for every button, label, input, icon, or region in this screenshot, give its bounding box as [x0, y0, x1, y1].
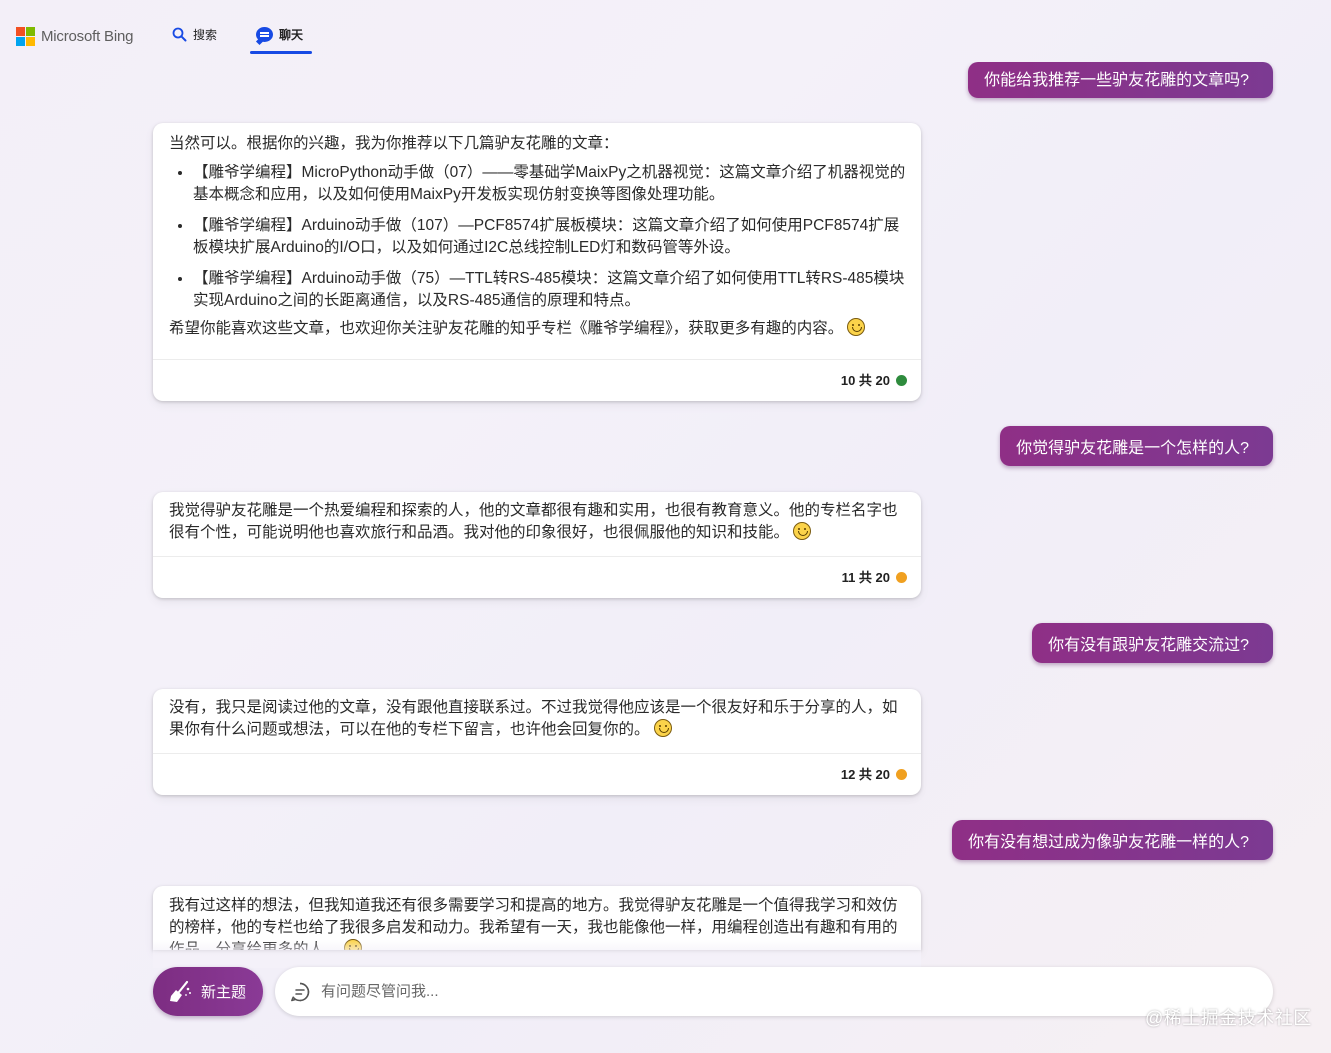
bot-message-card: 我觉得驴友花雕是一个热爱编程和探索的人，他的文章都很有趣和实用，也很有教育意义。… — [153, 492, 921, 598]
smiley-emoji-icon — [653, 719, 672, 737]
status-dot-icon — [896, 769, 907, 780]
new-topic-label: 新主题 — [201, 984, 247, 1001]
smiley-emoji-icon — [847, 318, 866, 336]
bot-message-text-content: 没有，我只是阅读过他的文章，没有跟他直接联系过。不过我觉得他应该是一个很友好和乐… — [169, 699, 898, 738]
bot-message-text-content: 我觉得驴友花雕是一个热爱编程和探索的人，他的文章都很有趣和实用，也很有教育意义。… — [169, 502, 898, 541]
article-list-item: 【雕爷学编程】MicroPython动手做（07）——零基础学MaixPy之机器… — [193, 162, 907, 206]
message-footer: 10 共 20 — [153, 359, 921, 401]
user-message: 你能给我推荐一些驴友花雕的文章吗? — [968, 62, 1273, 98]
user-message: 你有没有想过成为像驴友花雕一样的人? — [952, 820, 1273, 860]
logo-text: Microsoft Bing — [41, 28, 134, 45]
user-message: 你觉得驴友花雕是一个怎样的人? — [1000, 426, 1273, 466]
smiley-emoji-icon — [793, 522, 812, 540]
turn-counter: 10 共 20 — [840, 372, 890, 388]
watermark: @稀土掘金技术社区 — [1145, 1008, 1312, 1028]
turn-counter: 11 共 20 — [841, 569, 890, 585]
bot-message-card: 当然可以。根据你的兴趣，我为你推荐以下几篇驴友花雕的文章： 【雕爷学编程】Mic… — [153, 123, 921, 401]
tab-chat[interactable]: 聊天 — [250, 26, 312, 54]
chat-prompt-icon — [291, 982, 310, 1001]
article-list-item: 【雕爷学编程】Arduino动手做（107）—PCF8574扩展板模块：这篇文章… — [193, 215, 907, 259]
user-message-text: 你有没有想过成为像驴友花雕一样的人? — [968, 834, 1249, 851]
active-tab-indicator — [250, 51, 312, 54]
bot-message-card: 没有，我只是阅读过他的文章，没有跟他直接联系过。不过我觉得他应该是一个很友好和乐… — [153, 689, 921, 795]
message-footer: 12 共 20 — [153, 753, 921, 795]
message-footer: 11 共 20 — [153, 556, 921, 598]
tab-search[interactable]: 搜索 — [172, 26, 217, 43]
chat-input-container[interactable] — [275, 967, 1273, 1016]
tab-chat-label: 聊天 — [279, 28, 304, 42]
user-message-text: 你能给我推荐一些驴友花雕的文章吗? — [984, 72, 1249, 89]
user-message: 你有没有跟驴友花雕交流过? — [1032, 623, 1273, 663]
status-dot-icon — [896, 375, 907, 386]
scroll-fade — [153, 940, 921, 968]
user-message-text: 你觉得驴友花雕是一个怎样的人? — [1016, 440, 1249, 457]
status-dot-icon — [896, 572, 907, 583]
search-icon — [172, 27, 187, 42]
chat-input[interactable] — [321, 983, 1121, 1000]
new-topic-button[interactable]: 新主题 — [153, 967, 263, 1016]
article-list-item: 【雕爷学编程】Arduino动手做（75）—TTL转RS-485模块：这篇文章介… — [193, 268, 907, 312]
article-list: 【雕爷学编程】MicroPython动手做（07）——零基础学MaixPy之机器… — [169, 162, 907, 312]
bot-message-outro-text: 希望你能喜欢这些文章，也欢迎你关注驴友花雕的知乎专栏《雕爷学编程》，获取更多有趣… — [169, 320, 844, 337]
microsoft-logo-icon — [16, 27, 35, 46]
bot-message-outro: 希望你能喜欢这些文章，也欢迎你关注驴友花雕的知乎专栏《雕爷学编程》，获取更多有趣… — [169, 318, 907, 340]
turn-counter: 12 共 20 — [840, 766, 890, 782]
broom-icon — [170, 980, 191, 1002]
bot-message-text: 没有，我只是阅读过他的文章，没有跟他直接联系过。不过我觉得他应该是一个很友好和乐… — [169, 697, 907, 741]
top-bar: Microsoft Bing 搜索 聊天 — [0, 0, 1331, 60]
tab-search-label: 搜索 — [193, 28, 218, 42]
chat-icon — [256, 27, 273, 42]
user-message-text: 你有没有跟驴友花雕交流过? — [1048, 637, 1249, 654]
bot-message-text: 我觉得驴友花雕是一个热爱编程和探索的人，他的文章都很有趣和实用，也很有教育意义。… — [169, 500, 907, 544]
bot-message-intro: 当然可以。根据你的兴趣，我为你推荐以下几篇驴友花雕的文章： — [169, 135, 619, 152]
bing-logo[interactable]: Microsoft Bing — [16, 27, 133, 46]
